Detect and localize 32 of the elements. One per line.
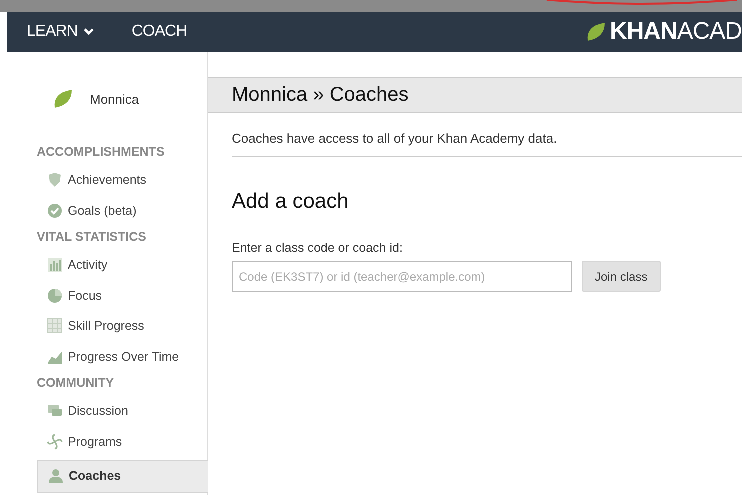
sidebar-item[interactable]: Goals (beta) [37, 196, 208, 226]
field-label: Enter a class code or coach id: [232, 241, 404, 255]
sidebar-item[interactable]: Coaches [37, 460, 208, 492]
sidebar-heading: COMMUNITY [37, 376, 116, 390]
page-title: Monnica » Coaches [208, 77, 742, 113]
sidebar-item[interactable]: Focus [37, 280, 208, 311]
sidebar-item[interactable]: Programs [37, 426, 208, 457]
chevron-icon [84, 28, 94, 36]
shield-icon [47, 172, 63, 188]
pinwheel-icon [47, 434, 63, 450]
check-icon [47, 202, 63, 219]
sidebar-item[interactable]: Skill Progress [37, 311, 208, 342]
sidebar-item[interactable]: Achievements [37, 165, 208, 196]
sidebar-item[interactable]: Progress Over Time [37, 342, 208, 372]
bar-chart-icon [47, 257, 63, 274]
intro-text: Coaches have access to all of your Khan Academy data. [232, 113, 742, 157]
join-class-button[interactable]: Join class [582, 261, 661, 292]
sidebar-heading: ACCOMPLISHMENTS [37, 145, 166, 159]
pie-chart-icon [47, 288, 63, 304]
nav-link[interactable]: LEARN [27, 23, 94, 41]
leaf-icon [53, 89, 73, 109]
sidebar-item[interactable]: Activity [37, 250, 208, 280]
sidebar-item[interactable]: Discussion [37, 396, 208, 426]
sidebar-heading: VITAL STATISTICS [37, 230, 148, 244]
grid-icon [47, 318, 63, 334]
section-title: Add a coach [232, 190, 350, 214]
nav-link[interactable]: COACH [132, 23, 188, 41]
user-name: Monnica [90, 92, 140, 106]
leaf-icon [586, 22, 606, 42]
logo[interactable]: KHANACAD [610, 18, 742, 46]
coach-id-field[interactable]: Code (EK3ST7) or id (teacher@example.com) [232, 261, 572, 292]
person-icon [48, 468, 64, 484]
